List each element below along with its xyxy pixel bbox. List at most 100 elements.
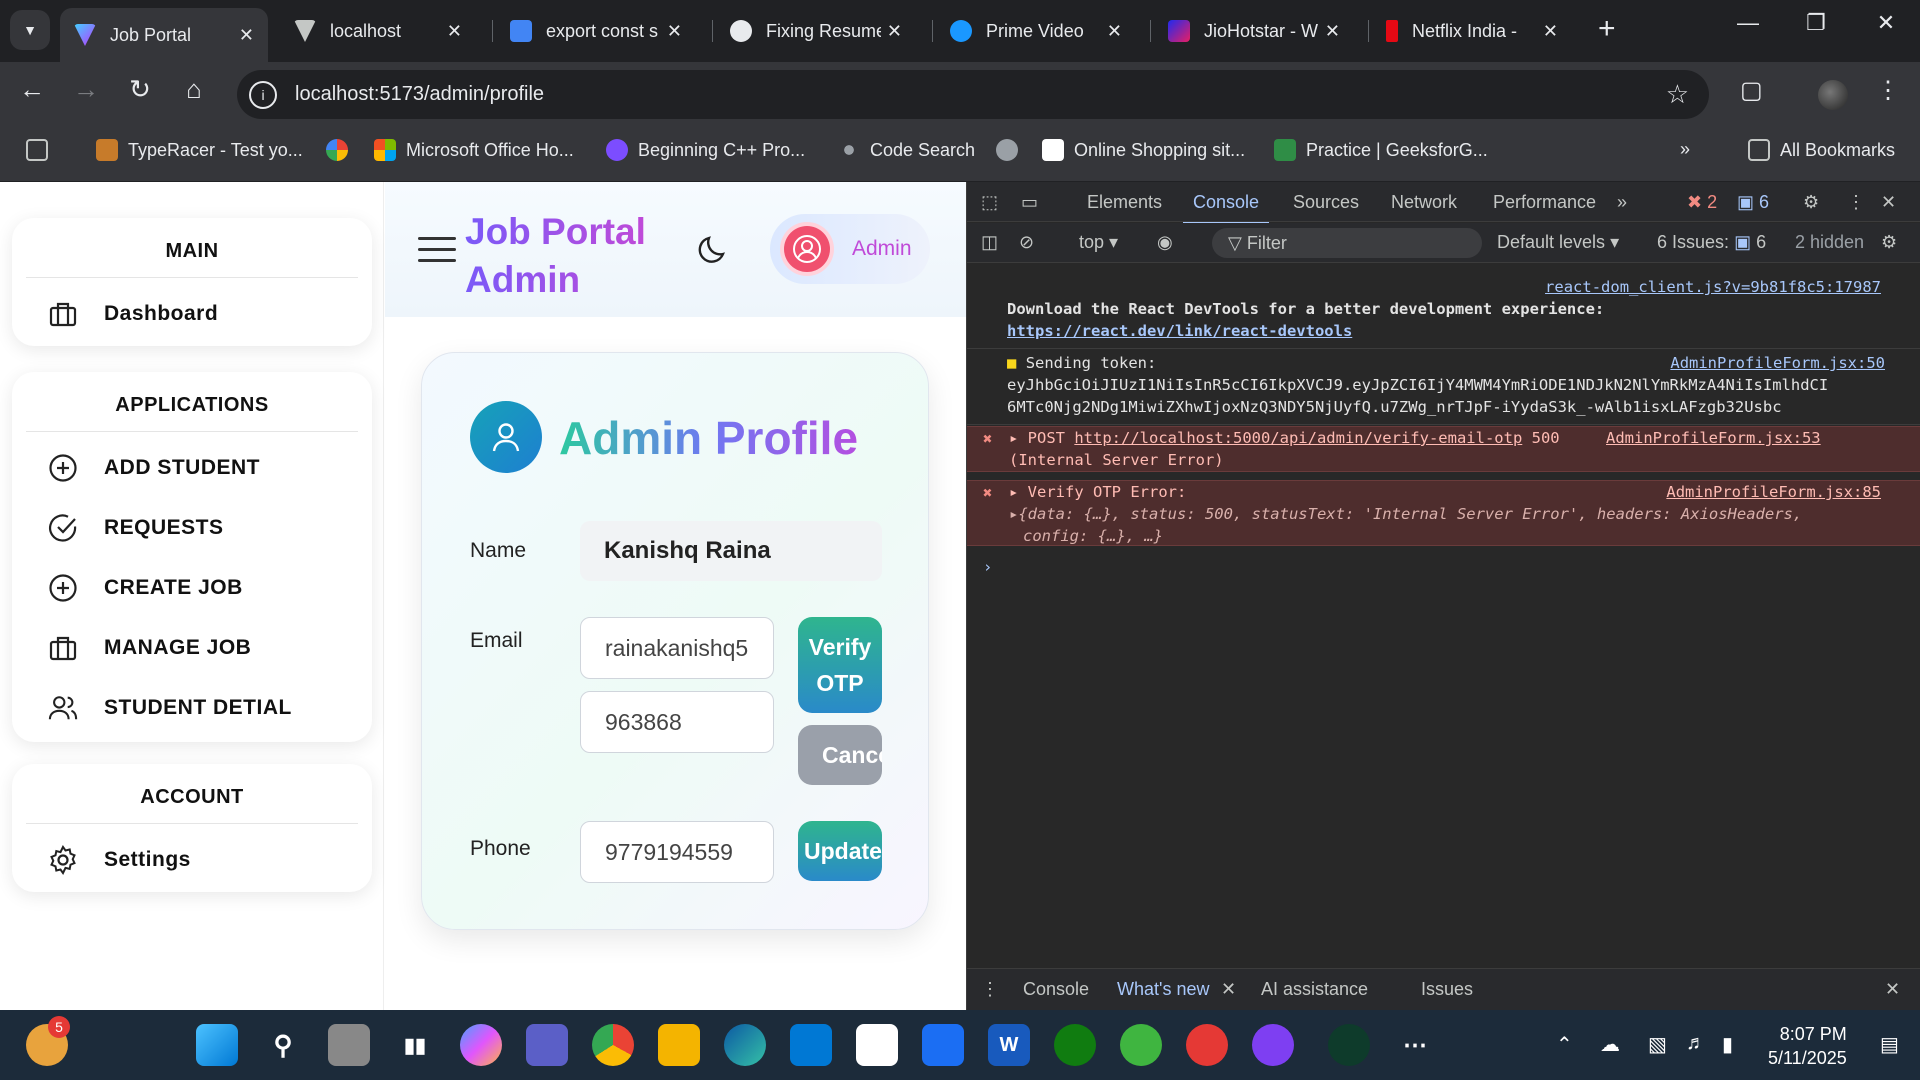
console-settings-icon[interactable]: ⚙ bbox=[1881, 232, 1897, 253]
sidebar-item-manage-job[interactable]: MANAGE JOB bbox=[12, 618, 372, 678]
clear-console-icon[interactable]: ⊘ bbox=[1019, 232, 1034, 253]
bookmark-cpp[interactable]: Beginning C++ Pro... bbox=[606, 139, 805, 161]
address-bar[interactable]: i localhost:5173/admin/profile ☆ bbox=[237, 70, 1709, 119]
info-icon[interactable]: i bbox=[249, 80, 277, 109]
tab-export-const[interactable]: export const s ✕ bbox=[496, 8, 696, 54]
sidebar-item-settings[interactable]: Settings bbox=[12, 830, 372, 890]
reload-button[interactable]: ↻ bbox=[120, 74, 160, 105]
drawer-menu-icon[interactable]: ⋮ bbox=[981, 979, 999, 1000]
context-selector[interactable]: top ▾ bbox=[1079, 232, 1118, 253]
audio-record-icon[interactable] bbox=[1252, 1024, 1294, 1066]
tab-prime-video[interactable]: Prime Video ✕ bbox=[936, 8, 1136, 54]
search-icon[interactable]: ⚲ bbox=[262, 1024, 304, 1066]
network-icon[interactable]: ▧ bbox=[1648, 1032, 1667, 1057]
settings-gear-icon[interactable]: ⚙ bbox=[1803, 192, 1819, 213]
more-bookmarks-icon[interactable]: » bbox=[1680, 139, 1690, 160]
devtools-link[interactable]: https://react.dev/link/react-devtools bbox=[1007, 322, 1352, 340]
tab-search-button[interactable]: ▼ bbox=[10, 10, 50, 50]
sidebar-item-student-detail[interactable]: STUDENT DETIAL bbox=[12, 678, 372, 738]
close-window-button[interactable]: ✕ bbox=[1866, 10, 1906, 36]
bookmark-globe[interactable] bbox=[996, 139, 1028, 161]
profile-avatar[interactable] bbox=[1818, 80, 1848, 110]
tab-elements[interactable]: Elements bbox=[1087, 192, 1162, 213]
bookmark-google[interactable] bbox=[326, 139, 358, 161]
audio-app-icon[interactable]: ▮▮ bbox=[394, 1024, 436, 1066]
phone-field[interactable]: 9779194559 bbox=[580, 821, 774, 883]
close-icon[interactable]: ✕ bbox=[1881, 192, 1896, 213]
copilot-icon[interactable] bbox=[460, 1024, 502, 1066]
error-count[interactable]: ✖ 2 bbox=[1687, 192, 1717, 213]
moon-icon[interactable] bbox=[695, 232, 735, 272]
bookmark-typeracer[interactable]: TypeRacer - Test yo... bbox=[96, 139, 303, 161]
bookmark-code-search[interactable]: Code Search bbox=[838, 139, 975, 161]
close-icon[interactable]: ✕ bbox=[1221, 979, 1236, 1000]
edge-icon[interactable] bbox=[724, 1024, 766, 1066]
tab-localhost[interactable]: localhost ✕ bbox=[280, 8, 476, 54]
device-toolbar-icon[interactable]: ▭ bbox=[1021, 192, 1038, 213]
request-url-link[interactable]: http://localhost:5000/api/admin/verify-e… bbox=[1074, 429, 1522, 447]
close-icon[interactable]: ✕ bbox=[1543, 21, 1558, 42]
sidebar-item-dashboard[interactable]: Dashboard bbox=[12, 284, 372, 344]
outlook-icon[interactable] bbox=[790, 1024, 832, 1066]
sidebar-toggle-icon[interactable]: ◫ bbox=[981, 232, 998, 253]
notifications-icon[interactable]: ▤ bbox=[1880, 1032, 1899, 1057]
error-object[interactable]: ▸{data: {…}, status: 500, statusText: 'I… bbox=[1009, 503, 1901, 525]
email-field[interactable]: rainakanishq5 bbox=[580, 617, 774, 679]
close-icon[interactable]: ✕ bbox=[1107, 21, 1122, 42]
source-link[interactable]: AdminProfileForm.jsx:50 bbox=[1670, 352, 1885, 374]
chrome-icon[interactable] bbox=[592, 1024, 634, 1066]
onedrive-icon[interactable]: ☁ bbox=[1600, 1032, 1620, 1057]
media-player-icon[interactable] bbox=[1186, 1024, 1228, 1066]
filter-input[interactable]: ▽ Filter bbox=[1212, 228, 1482, 258]
tab-job-portal[interactable]: Job Portal ✕ bbox=[60, 8, 268, 62]
sidebar-item-create-job[interactable]: CREATE JOB bbox=[12, 558, 372, 618]
tab-network[interactable]: Network bbox=[1391, 192, 1457, 213]
tab-performance[interactable]: Performance bbox=[1493, 192, 1596, 213]
admin-profile-button[interactable]: Admin bbox=[770, 214, 930, 284]
levels-dropdown[interactable]: Default levels ▾ bbox=[1497, 232, 1619, 253]
minimize-button[interactable]: — bbox=[1728, 10, 1768, 36]
tab-sources[interactable]: Sources bbox=[1293, 192, 1359, 213]
otp-field[interactable]: 963868 bbox=[580, 691, 774, 753]
store-icon[interactable] bbox=[856, 1024, 898, 1066]
drawer-tab-console[interactable]: Console bbox=[1023, 979, 1089, 1000]
extensions-icon[interactable]: ▢ bbox=[1740, 76, 1763, 105]
task-view-icon[interactable] bbox=[328, 1024, 370, 1066]
tab-netflix[interactable]: Netflix India - ✕ bbox=[1372, 8, 1572, 54]
apps-grid-icon[interactable] bbox=[26, 139, 58, 161]
start-icon[interactable] bbox=[196, 1024, 238, 1066]
new-tab-button[interactable]: + bbox=[1598, 12, 1616, 46]
file-explorer-icon[interactable] bbox=[658, 1024, 700, 1066]
mongodb-icon[interactable] bbox=[1328, 1024, 1370, 1066]
volume-icon[interactable]: ♬ bbox=[1686, 1032, 1706, 1055]
close-icon[interactable]: ✕ bbox=[667, 21, 682, 42]
teams-icon[interactable] bbox=[526, 1024, 568, 1066]
source-link[interactable]: AdminProfileForm.jsx:85 bbox=[1666, 481, 1881, 503]
back-button[interactable]: ← bbox=[12, 74, 52, 105]
bookmark-star-icon[interactable]: ☆ bbox=[1666, 79, 1689, 110]
all-bookmarks[interactable]: All Bookmarks bbox=[1748, 139, 1895, 161]
close-icon[interactable]: ✕ bbox=[447, 21, 462, 42]
xbox-icon[interactable] bbox=[1054, 1024, 1096, 1066]
tab-jiohotstar[interactable]: JioHotstar - W ✕ bbox=[1154, 8, 1354, 54]
home-button[interactable]: ⌂ bbox=[174, 74, 214, 105]
eye-icon[interactable]: ◉ bbox=[1157, 232, 1173, 253]
close-icon[interactable]: ✕ bbox=[887, 21, 902, 42]
kebab-menu-icon[interactable]: ⋮ bbox=[1847, 192, 1865, 213]
drawer-tab-ai-assistance[interactable]: AI assistance bbox=[1261, 979, 1368, 1000]
bookmark-geeksforgeeks[interactable]: Practice | GeeksforG... bbox=[1274, 139, 1488, 161]
pen-app-icon[interactable] bbox=[922, 1024, 964, 1066]
bookmark-microsoft-office[interactable]: Microsoft Office Ho... bbox=[374, 139, 574, 161]
message-count[interactable]: ▣ 6 bbox=[1737, 192, 1769, 213]
tab-fixing-resume[interactable]: Fixing Resume ✕ bbox=[716, 8, 916, 54]
system-clock[interactable]: 8:07 PM 5/11/2025 bbox=[1768, 1022, 1847, 1070]
source-link[interactable]: AdminProfileForm.jsx:53 bbox=[1606, 427, 1821, 449]
console-prompt[interactable]: › bbox=[967, 556, 1920, 578]
drawer-tab-whats-new[interactable]: What's new bbox=[1117, 979, 1209, 1000]
verify-otp-button[interactable]: Verify OTP bbox=[798, 617, 882, 713]
source-link[interactable]: react-dom_client.js?v=9b81f8c5:17987 bbox=[1545, 278, 1881, 296]
tab-console[interactable]: Console bbox=[1182, 192, 1270, 225]
forward-button[interactable]: → bbox=[66, 74, 106, 105]
hamburger-menu-icon[interactable] bbox=[418, 237, 456, 267]
close-drawer-icon[interactable]: ✕ bbox=[1885, 979, 1900, 1000]
